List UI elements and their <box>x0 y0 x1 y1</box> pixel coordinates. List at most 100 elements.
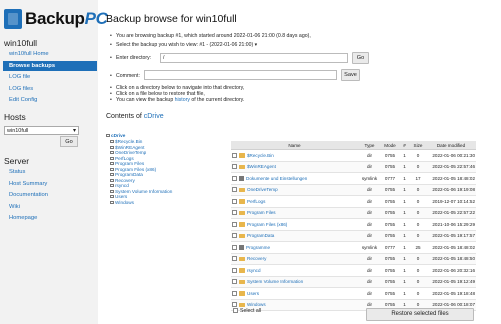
folder-icon <box>239 222 245 227</box>
tree-item[interactable]: Program Files (x86) <box>110 167 156 172</box>
file-name-link[interactable]: System Volume Information <box>247 279 303 284</box>
file-size: 0 <box>410 264 426 277</box>
file-name-link[interactable]: OneDriveTemp <box>247 187 278 192</box>
col-num[interactable]: # <box>399 141 410 150</box>
tree-item[interactable]: Program Files <box>110 161 144 166</box>
sidebar-item-status[interactable]: Status <box>9 169 25 175</box>
file-name-link[interactable]: Program Files (x86) <box>247 222 287 227</box>
folder-icon <box>239 279 245 285</box>
tree-item[interactable]: Recovery <box>110 178 135 183</box>
sidebar-item-documentation[interactable]: Documentation <box>9 192 48 198</box>
file-date: 2019-12-07 10:14:52 <box>426 195 476 208</box>
file-name-link[interactable]: $WinREAgent <box>247 164 276 169</box>
col-type[interactable]: Type <box>358 141 381 150</box>
tree-item[interactable]: System Volume Information <box>110 189 172 194</box>
file-name-link[interactable]: PerfLogs <box>247 199 265 204</box>
tree-item[interactable]: $Recycle.Bin <box>110 139 142 144</box>
folder-icon <box>239 291 245 296</box>
table-row: PerfLogs dir 0755 1 0 2019-12-07 10:14:52 <box>231 195 476 208</box>
file-name-link[interactable]: ProgramData <box>247 233 274 238</box>
file-size: 0 <box>410 161 426 173</box>
col-mode[interactable]: Mode <box>381 141 399 150</box>
tree-item[interactable]: Windows <box>110 200 134 205</box>
tree-item[interactable]: PerfLogs <box>110 156 134 161</box>
row-checkbox[interactable] <box>232 152 237 158</box>
file-name-link[interactable]: $Recycle.Bin <box>247 153 274 158</box>
file-date: 2022-01-06 19:19:08 <box>426 184 476 196</box>
table-row: ProgramData dir 0755 1 0 2022-01-05 19:17:57 <box>231 230 476 242</box>
tree-item[interactable]: Users <box>110 194 127 199</box>
save-button[interactable]: Save <box>341 69 360 81</box>
file-num: 1 <box>399 184 410 196</box>
file-num: 1 <box>399 149 410 162</box>
folder-icon <box>110 162 114 166</box>
col-name[interactable]: Name <box>231 141 358 150</box>
folder-icon <box>239 268 245 273</box>
file-name-link[interactable]: Programme <box>246 245 270 250</box>
file-num: 1 <box>399 161 410 173</box>
file-name-link[interactable]: Recovery <box>247 256 266 261</box>
file-size: 0 <box>410 287 426 300</box>
file-name-link[interactable]: Users <box>247 291 259 296</box>
sidebar-item-log-file[interactable]: LOG file <box>9 74 30 80</box>
comment-label: Comment: <box>110 73 140 79</box>
tree-item[interactable]: rsyncd <box>110 183 129 188</box>
file-mode: 0755 <box>381 276 399 288</box>
file-name-link[interactable]: rsyncd <box>247 268 261 273</box>
table-row: Program Files dir 0755 1 0 2022-01-05 22:57:2… <box>231 207 476 219</box>
col-date[interactable]: Date modified <box>426 141 476 150</box>
sidebar-item-wiki[interactable]: Wiki <box>9 204 20 210</box>
sidebar-item-edit-config[interactable]: Edit Config <box>9 97 37 103</box>
select-all-checkbox[interactable] <box>233 308 238 314</box>
tree-item[interactable]: ProgramData <box>110 172 143 177</box>
comment-input[interactable] <box>144 70 337 80</box>
row-checkbox[interactable] <box>232 244 237 250</box>
backup-select[interactable]: #1 - (2022-01-06 21:00) ▾ <box>199 42 257 48</box>
sidebar-item-host-summary[interactable]: Host Summary <box>9 181 47 187</box>
folder-icon <box>110 189 114 193</box>
sidebar-item-homepage[interactable]: Homepage <box>9 215 37 221</box>
restore-selected-button[interactable]: Restore selected files <box>366 308 474 321</box>
row-checkbox[interactable] <box>232 198 237 204</box>
file-mode: 0755 <box>381 149 399 162</box>
directory-go-button[interactable]: Go <box>352 52 369 64</box>
history-link[interactable]: history <box>175 97 190 103</box>
file-name-link[interactable]: Program Files <box>247 210 276 215</box>
file-name-link[interactable]: Dokumente und Einstellungen <box>246 176 307 181</box>
row-checkbox[interactable] <box>232 187 237 193</box>
file-num: 1 <box>399 276 410 288</box>
file-size: 0 <box>410 218 426 231</box>
folder-icon <box>239 256 245 262</box>
row-checkbox[interactable] <box>232 256 237 262</box>
row-checkbox[interactable] <box>232 290 237 296</box>
sidebar-item-browse-backups[interactable]: Browse backups <box>3 61 97 71</box>
tree-item[interactable]: $WinREAgent <box>110 145 144 150</box>
row-checkbox[interactable] <box>232 302 237 308</box>
host-go-button[interactable]: Go <box>60 136 78 147</box>
tree-root[interactable]: cDrive <box>106 133 125 138</box>
file-num: 1 <box>399 195 410 208</box>
folder-icon <box>239 302 245 308</box>
row-checkbox[interactable] <box>232 175 237 181</box>
backuppc-logo[interactable]: BackupPC <box>4 8 108 30</box>
row-checkbox[interactable] <box>232 233 237 239</box>
row-checkbox[interactable] <box>232 164 237 170</box>
file-name-link[interactable]: Windows <box>247 302 266 307</box>
folder-icon <box>239 164 245 170</box>
file-date: 2022-01-05 22:57:22 <box>426 207 476 219</box>
row-checkbox[interactable] <box>232 267 237 273</box>
col-size[interactable]: Size <box>410 141 426 150</box>
row-checkbox[interactable] <box>232 279 237 285</box>
file-size: 0 <box>410 276 426 288</box>
host-select[interactable]: win10full <box>4 126 79 136</box>
table-row: Dokumente und Einstellungen symlink 0777 1 1… <box>231 172 476 185</box>
select-all-row[interactable]: Select all <box>233 308 261 314</box>
sidebar-item-log-files[interactable]: LOG files <box>9 86 33 92</box>
row-checkbox[interactable] <box>232 221 237 227</box>
tree-item[interactable]: OneDriveTemp <box>110 150 146 155</box>
file-mode: 0755 <box>381 253 399 265</box>
directory-input[interactable]: / <box>160 53 348 63</box>
row-checkbox[interactable] <box>232 210 237 216</box>
sidebar-item-host-home[interactable]: win10full Home <box>9 51 49 57</box>
contents-cdrive-link[interactable]: cDrive <box>144 113 164 120</box>
